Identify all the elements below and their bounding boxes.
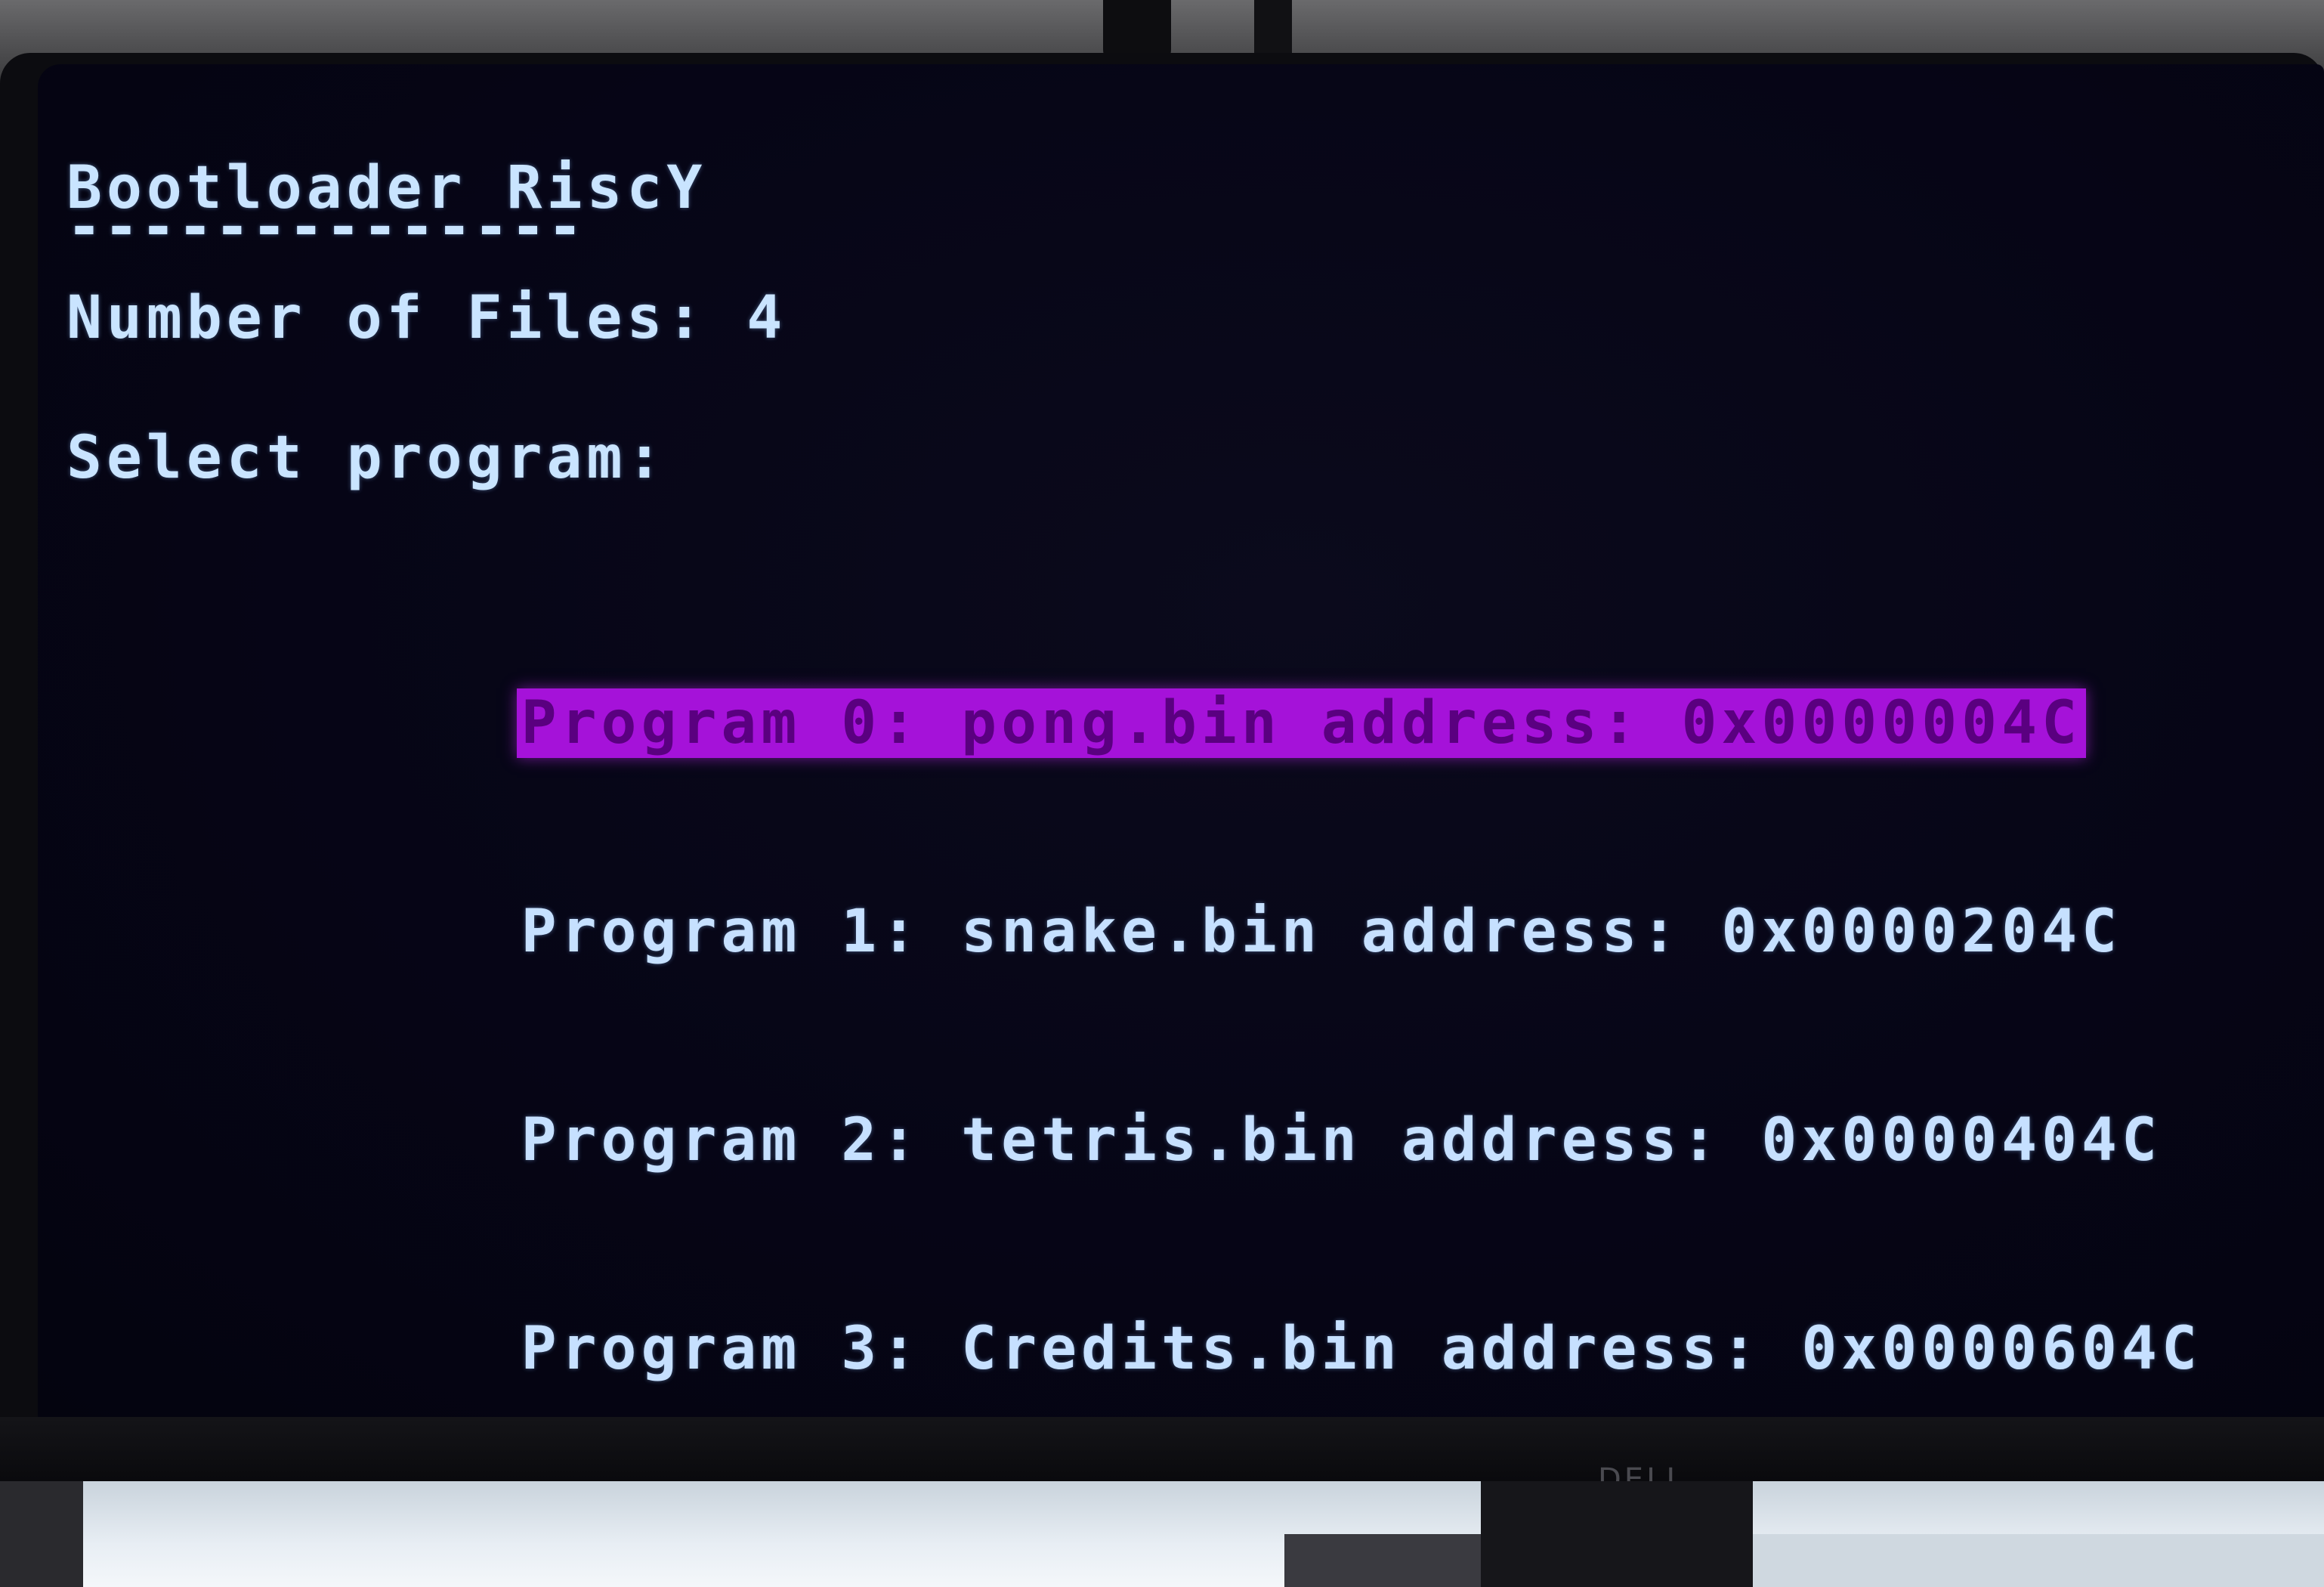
program-item-3[interactable]: Program 3: Credits.bin address: 0x000060…: [517, 1314, 2206, 1384]
program-item-0[interactable]: Program 0: pong.bin address: 0x0000004C: [516, 688, 2087, 758]
bootloader-terminal: Bootloader RiscY -------------- Number o…: [66, 94, 2303, 1383]
desk-shadow: [1284, 1534, 1481, 1587]
monitor-chin: [0, 1417, 2324, 1481]
file-count-line: Number of Files: 4: [66, 284, 787, 352]
program-item-2[interactable]: Program 2: tetris.bin address: 0x0000404…: [517, 1106, 2166, 1175]
desk-dark-left: [0, 1481, 83, 1587]
monitor-stand-base: [1481, 1481, 1753, 1587]
monitor-screen: Bootloader RiscY -------------- Number o…: [38, 64, 2324, 1417]
program-item-1[interactable]: Program 1: snake.bin address: 0x0000204C: [517, 897, 2126, 967]
photo-frame: Bootloader RiscY -------------- Number o…: [0, 0, 2324, 1587]
second-display-edge: [1753, 1534, 2324, 1587]
title-divider: --------------: [66, 193, 585, 261]
program-menu: Program 0: pong.bin address: 0x0000004C …: [116, 480, 2307, 1417]
